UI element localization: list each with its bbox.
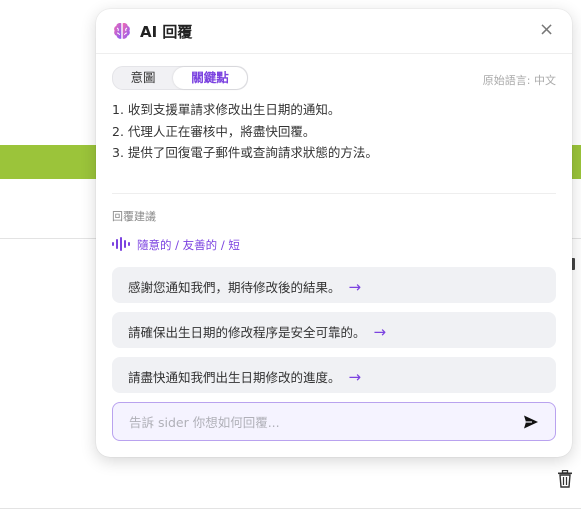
send-icon[interactable]: [523, 414, 539, 430]
reply-suggestion[interactable]: 請盡快通知我們出生日期修改的進度。 →: [112, 357, 556, 393]
close-icon[interactable]: ×: [539, 21, 554, 39]
panel-header: AI 回覆 ×: [96, 9, 572, 54]
key-point: 3. 提供了回復電子郵件或查詢請求狀態的方法。: [112, 145, 378, 160]
reply-suggestion[interactable]: 請確保出生日期的修改程序是安全可靠的。 →: [112, 312, 556, 348]
reply-text: 請確保出生日期的修改程序是安全可靠的。: [128, 325, 366, 340]
key-points-list: 1. 收到支援單請求修改出生日期的通知。 2. 代理人正在審核中，將盡快回覆。 …: [112, 99, 552, 164]
view-toggle: 意圖 關鍵點: [112, 66, 248, 90]
tab-intent[interactable]: 意圖: [113, 67, 173, 89]
arrow-right-icon: →: [373, 323, 387, 341]
suggestions-heading: 回覆建議: [112, 210, 156, 223]
section-divider: [112, 193, 556, 194]
key-point: 2. 代理人正在審核中，將盡快回覆。: [112, 123, 316, 139]
original-language-label: 原始語言: 中文: [482, 74, 556, 87]
reply-prompt-input[interactable]: [127, 412, 511, 432]
arrow-right-icon: →: [348, 278, 362, 296]
background-divider: [0, 508, 581, 509]
tone-label: 隨意的 / 友善的 / 短: [137, 238, 240, 252]
panel-title: AI 回覆: [140, 23, 193, 41]
arrow-right-icon: →: [348, 368, 362, 386]
reply-suggestion[interactable]: 感謝您通知我們，期待修改後的結果。 →: [112, 267, 556, 303]
sound-wave-icon: [112, 237, 130, 251]
trash-icon[interactable]: [557, 470, 573, 488]
reply-text: 感謝您通知我們，期待修改後的結果。: [128, 280, 341, 295]
reply-prompt-box: [112, 402, 556, 441]
reply-text: 請盡快通知我們出生日期修改的進度。: [128, 370, 341, 385]
ai-reply-panel: AI 回覆 × 意圖 關鍵點 原始語言: 中文 1. 收到支援單請求修改出生日期…: [96, 9, 572, 457]
key-point: 1. 收到支援單請求修改出生日期的通知。: [112, 102, 341, 117]
brain-icon: [114, 23, 130, 39]
tab-key-points[interactable]: 關鍵點: [173, 67, 247, 89]
